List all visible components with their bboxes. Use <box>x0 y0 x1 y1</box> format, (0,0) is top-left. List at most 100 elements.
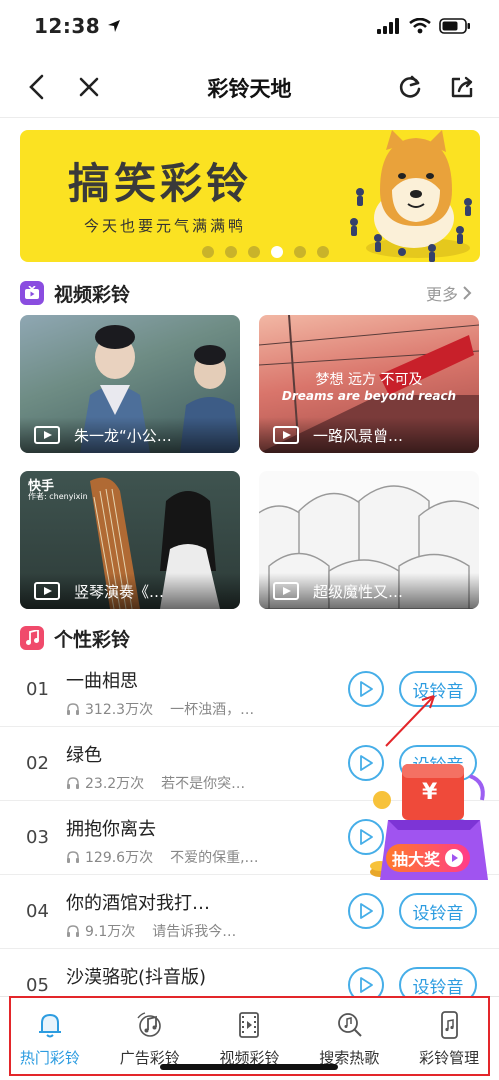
song-title: 一曲相思 <box>66 671 138 692</box>
lottery-currency: ¥ <box>422 780 438 805</box>
headphones-icon <box>67 777 79 789</box>
video-overlay-subtext: Dreams are beyond reach <box>281 389 457 403</box>
video-play-icon <box>34 426 60 444</box>
share-button[interactable] <box>447 72 477 102</box>
song-rank: 03 <box>26 827 49 848</box>
share-icon <box>451 76 473 98</box>
banner-dot-active[interactable] <box>271 246 283 258</box>
video-section-header: 视频彩铃 更多 <box>20 278 480 308</box>
tv-icon <box>20 281 44 305</box>
lottery-label: 抽大奖 <box>392 850 441 869</box>
refresh-icon <box>399 75 421 98</box>
video-caption: 超级魔性又… <box>259 573 479 609</box>
song-lyric-snippet: 请告诉我今… <box>152 924 237 940</box>
lottery-widget[interactable]: ¥ 抽大奖 <box>370 760 498 886</box>
status-time: 12:38 <box>34 14 122 38</box>
video-section-title: 视频彩铃 <box>54 283 131 306</box>
lottery-button[interactable]: 抽大奖 <box>386 844 471 872</box>
video-card-2[interactable]: 梦想 远方 不可及 Dreams are beyond reach 一路风景曾… <box>259 315 479 453</box>
play-circle-icon <box>445 849 464 867</box>
more-videos-link[interactable]: 更多 <box>426 281 472 305</box>
wifi-icon <box>409 18 431 34</box>
tab-hot-ringtones[interactable]: 热门彩铃 <box>0 997 100 1080</box>
play-count: 9.1万次 <box>85 924 136 940</box>
song-lyric-snippet: 若不是你突… <box>161 776 246 792</box>
promo-banner[interactable]: 搞笑彩铃 今天也要元气满满鸭 <box>20 130 480 262</box>
refresh-button[interactable] <box>395 72 425 102</box>
video-caption: 一路风景曾… <box>259 417 479 453</box>
video-title: 竖琴演奏《… <box>74 582 165 601</box>
video-title: 朱一龙“小公… <box>74 426 172 445</box>
signal-icon <box>377 18 399 34</box>
search-music-icon <box>333 1009 365 1041</box>
video-caption: 竖琴演奏《… <box>20 573 240 609</box>
banner-dot[interactable] <box>294 246 306 258</box>
annotation-arrow <box>385 695 435 747</box>
video-card-3[interactable]: 快手 作者: chenyixin 竖琴演奏《… <box>20 471 240 609</box>
music-note-icon <box>134 1009 166 1041</box>
video-film-icon <box>233 1009 265 1041</box>
play-count: 312.3万次 <box>85 702 154 718</box>
more-label: 更多 <box>425 285 458 304</box>
video-play-icon <box>34 582 60 600</box>
headphones-icon <box>67 925 79 937</box>
song-section-header: 个性彩铃 <box>20 623 480 653</box>
song-title: 你的酒馆对我打… <box>66 893 210 914</box>
video-title: 一路风景曾… <box>313 426 404 445</box>
kuaishou-author: 作者: chenyixin <box>28 492 88 501</box>
close-icon <box>79 77 99 97</box>
song-lyric-snippet: 一杯浊酒，… <box>170 702 255 718</box>
phone-music-icon <box>433 1009 465 1041</box>
banner-dot[interactable] <box>248 246 260 258</box>
clock-text: 12:38 <box>34 14 101 38</box>
song-rank: 05 <box>26 975 49 996</box>
tab-ringtone-management[interactable]: 彩铃管理 <box>399 997 499 1080</box>
set-ringtone-button[interactable]: 设铃音 <box>399 893 477 929</box>
play-icon <box>360 903 373 919</box>
tab-label: 彩铃管理 <box>419 1049 480 1067</box>
song-rank: 01 <box>26 679 49 700</box>
song-title: 绿色 <box>66 745 102 766</box>
banner-dot[interactable] <box>317 246 329 258</box>
close-button[interactable] <box>74 72 104 102</box>
video-card-1[interactable]: 朱一龙“小公… <box>20 315 240 453</box>
song-lyric-snippet: 不爱的保重,… <box>170 850 259 866</box>
status-indicators <box>377 18 471 34</box>
song-meta: 312.3万次 一杯浊酒，… <box>66 699 254 719</box>
home-indicator[interactable] <box>160 1064 338 1070</box>
song-meta: 9.1万次 请告诉我今… <box>66 921 236 941</box>
page-title: 彩铃天地 <box>207 76 292 101</box>
tab-label: 热门彩铃 <box>19 1049 80 1067</box>
back-button[interactable] <box>22 72 52 102</box>
chevron-left-icon <box>29 74 44 100</box>
video-caption: 朱一龙“小公… <box>20 417 240 453</box>
banner-subtitle: 今天也要元气满满鸭 <box>84 217 247 235</box>
play-icon <box>360 977 373 993</box>
video-play-icon <box>273 426 299 444</box>
song-row[interactable]: 04 你的酒馆对我打… 9.1万次 请告诉我今… 设铃音 <box>0 875 499 949</box>
preview-play-button[interactable] <box>348 671 384 707</box>
banner-dot[interactable] <box>202 246 214 258</box>
play-count: 23.2万次 <box>85 776 145 792</box>
status-bar: 12:38 <box>0 0 499 52</box>
video-play-icon <box>273 582 299 600</box>
play-icon <box>360 681 373 697</box>
bell-icon <box>34 1009 66 1041</box>
song-section-title: 个性彩铃 <box>54 628 131 651</box>
location-arrow-icon <box>108 20 121 32</box>
music-note-icon <box>20 626 44 650</box>
shiba-dog-illustration <box>350 130 472 262</box>
banner-dot[interactable] <box>225 246 237 258</box>
video-overlay-text: 梦想 远方 不可及 <box>315 372 423 388</box>
banner-title: 搞笑彩铃 <box>68 159 253 208</box>
song-rank: 02 <box>26 753 49 774</box>
headphones-icon <box>67 851 79 863</box>
preview-play-button[interactable] <box>348 893 384 929</box>
chevron-right-icon <box>463 286 472 300</box>
song-meta: 23.2万次 若不是你突… <box>66 773 245 793</box>
song-rank: 04 <box>26 901 49 922</box>
song-title: 沙漠骆驼(抖音版) <box>66 967 207 988</box>
video-card-4[interactable]: 超级魔性又… <box>259 471 479 609</box>
banner-pagination <box>202 246 329 258</box>
song-meta: 129.6万次 不爱的保重,… <box>66 847 259 867</box>
